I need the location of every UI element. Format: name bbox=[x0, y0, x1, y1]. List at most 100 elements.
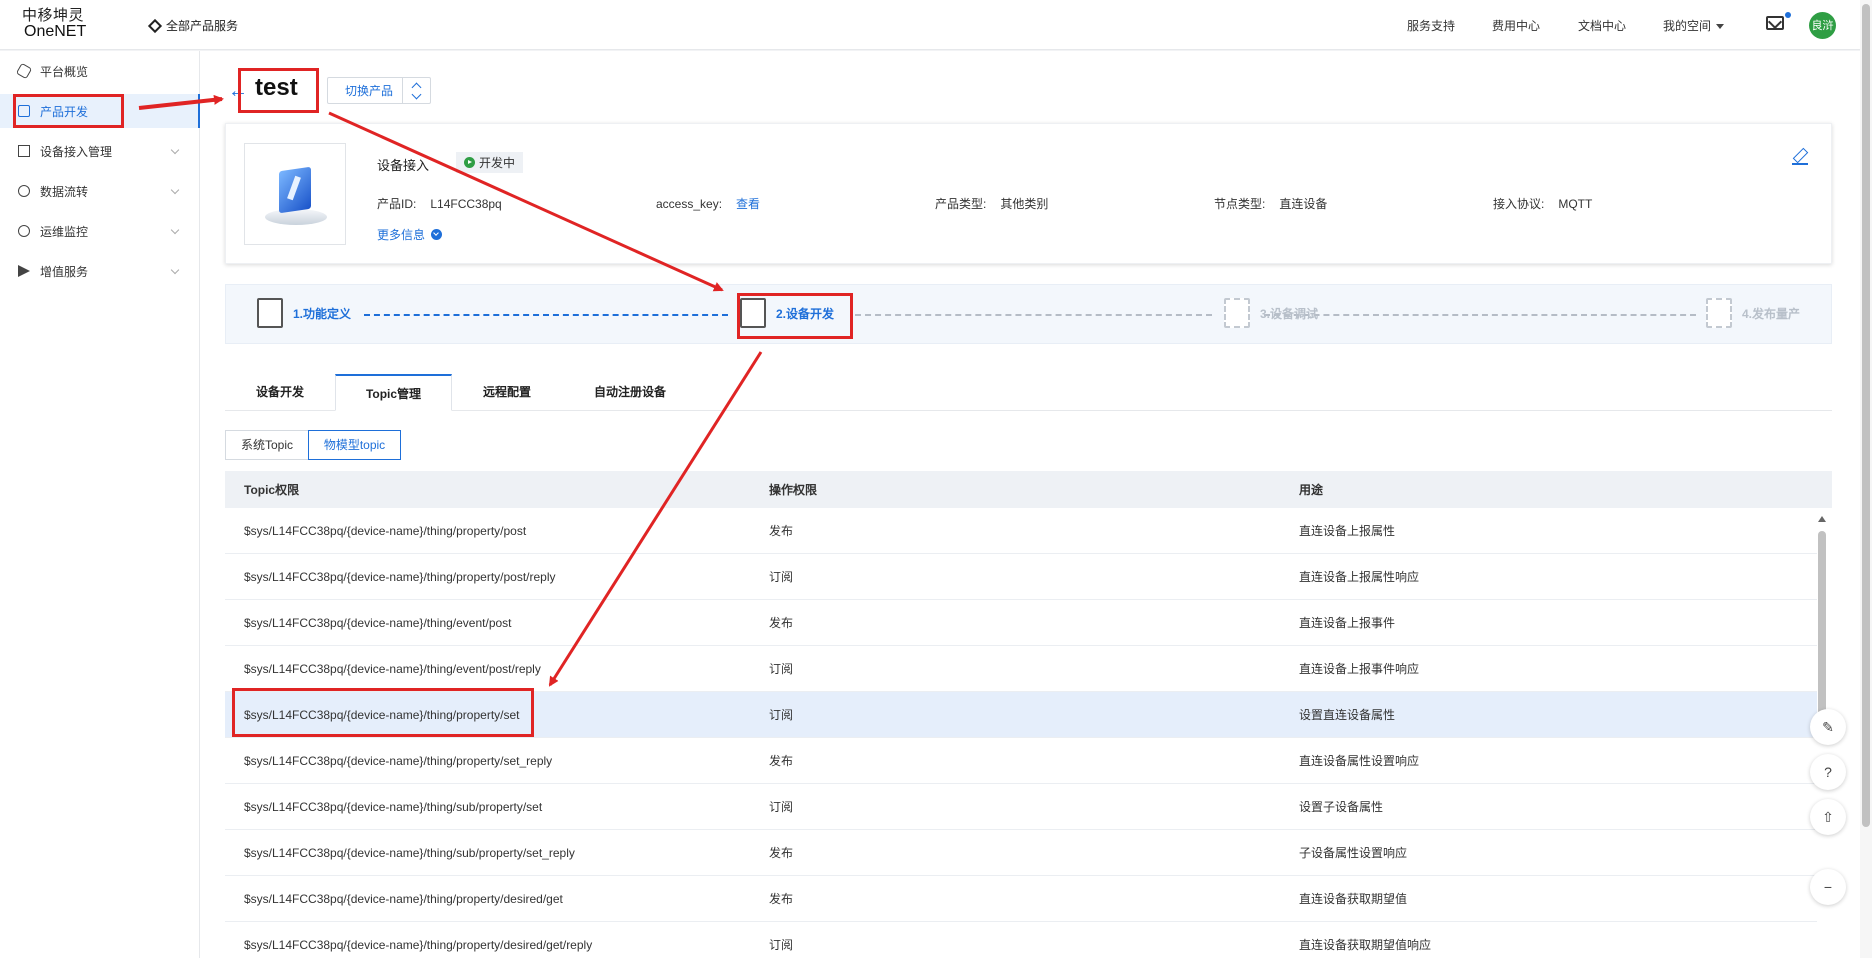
user-avatar[interactable]: 良浒 bbox=[1809, 12, 1836, 39]
topic-cell: $sys/L14FCC38pq/{device-name}/thing/prop… bbox=[244, 891, 563, 906]
usage-cell: 直连设备获取期望值 bbox=[1299, 892, 1408, 906]
node-type-field: 节点类型: 直连设备 bbox=[1214, 195, 1327, 212]
document-edit-icon bbox=[257, 298, 283, 328]
subtab-system-topic[interactable]: 系统Topic bbox=[225, 430, 309, 460]
usage-cell: 直连设备获取期望值响应 bbox=[1299, 938, 1432, 952]
access-key-field: access_key: 查看 bbox=[656, 195, 760, 212]
scrollbar-thumb[interactable] bbox=[1862, 4, 1870, 827]
topic-cell: $sys/L14FCC38pq/{device-name}/thing/even… bbox=[244, 661, 541, 676]
sidebar: 平台概览 产品开发 设备接入管理 数据流转 运维监控 增值服务 bbox=[0, 51, 200, 958]
minimize-icon[interactable]: − bbox=[1810, 869, 1846, 905]
more-info-label: 更多信息 bbox=[377, 228, 426, 242]
topic-cell: $sys/L14FCC38pq/{device-name}/thing/sub/… bbox=[244, 845, 575, 860]
more-info-link[interactable]: 更多信息 bbox=[377, 226, 443, 243]
chevron-down-icon bbox=[170, 145, 180, 155]
table-row[interactable]: $sys/L14FCC38pq/{device-name}/thing/sub/… bbox=[225, 784, 1817, 830]
play-icon bbox=[464, 157, 475, 168]
table-row[interactable]: $sys/L14FCC38pq/{device-name}/thing/even… bbox=[225, 646, 1817, 692]
my-space-label: 我的空间 bbox=[1663, 19, 1712, 33]
permission-cell: 发布 bbox=[769, 754, 794, 768]
sidebar-item-device-access[interactable]: 设备接入管理 bbox=[0, 134, 200, 168]
step-mass-production[interactable]: 4.发布量产 bbox=[1706, 298, 1800, 328]
topic-cell: $sys/L14FCC38pq/{device-name}/thing/sub/… bbox=[244, 799, 543, 814]
tab-device-development[interactable]: 设备开发 bbox=[225, 374, 335, 411]
mail-icon[interactable] bbox=[1766, 16, 1784, 30]
notification-dot bbox=[1785, 12, 1791, 18]
all-products-menu[interactable]: 全部产品服务 bbox=[147, 17, 239, 34]
debug-icon bbox=[1224, 298, 1250, 328]
product-type-value: 其他类别 bbox=[1000, 197, 1049, 211]
sidebar-item-label: 平台概览 bbox=[40, 64, 89, 79]
step-function-definition[interactable]: 1.功能定义 bbox=[257, 298, 351, 328]
step-device-debug[interactable]: 3.设备调试 bbox=[1224, 298, 1318, 328]
switch-product-label: 切换产品 bbox=[345, 84, 394, 98]
tab-topic-management[interactable]: Topic管理 bbox=[335, 374, 452, 411]
cloud-upload-icon[interactable]: ⇧ bbox=[1810, 799, 1846, 835]
nav-billing-center[interactable]: 费用中心 bbox=[1492, 17, 1540, 34]
product-id-value: L14FCC38pq bbox=[430, 197, 502, 211]
diamond-icon bbox=[147, 18, 163, 33]
sidebar-item-ops-monitor[interactable]: 运维监控 bbox=[0, 214, 200, 248]
usage-cell: 直连设备属性设置响应 bbox=[1299, 754, 1420, 768]
column-header-usage: 用途 bbox=[1299, 483, 1324, 497]
edit-icon[interactable] bbox=[1792, 148, 1808, 165]
annotation-box-product-dev bbox=[13, 94, 124, 128]
table-row[interactable]: $sys/L14FCC38pq/{device-name}/thing/prop… bbox=[225, 876, 1817, 922]
column-header-permission: 操作权限 bbox=[769, 483, 818, 497]
step-connector-done bbox=[364, 314, 728, 316]
status-label: 开发中 bbox=[479, 156, 516, 170]
product-id-field: 产品ID: L14FCC38pq bbox=[377, 195, 502, 212]
onenet-logo[interactable]: 中移坤灵 OneNET bbox=[22, 6, 92, 41]
scrollbar-thumb[interactable] bbox=[1818, 531, 1826, 721]
node-type-value: 直连设备 bbox=[1279, 197, 1328, 211]
view-access-key-link[interactable]: 查看 bbox=[736, 197, 760, 211]
switch-product-button[interactable]: 切换产品 bbox=[327, 77, 431, 104]
page-scrollbar[interactable] bbox=[1860, 0, 1872, 958]
product-image bbox=[244, 143, 346, 245]
flow-icon bbox=[18, 185, 30, 197]
product-name: 设备接入 bbox=[377, 158, 430, 173]
node-type-label: 节点类型: bbox=[1214, 197, 1266, 211]
logo-chinese: 中移坤灵 bbox=[22, 6, 85, 24]
help-icon[interactable]: ? bbox=[1810, 754, 1846, 790]
nav-service-support[interactable]: 服务支持 bbox=[1407, 17, 1455, 34]
chevron-down-icon bbox=[170, 225, 180, 235]
usage-cell: 直连设备上报属性 bbox=[1299, 524, 1396, 538]
tab-auto-register[interactable]: 自动注册设备 bbox=[565, 374, 695, 411]
subtab-thing-model-topic[interactable]: 物模型topic bbox=[308, 430, 401, 460]
table-row[interactable]: $sys/L14FCC38pq/{device-name}/thing/prop… bbox=[225, 554, 1817, 600]
table-row[interactable]: $sys/L14FCC38pq/{device-name}/thing/prop… bbox=[225, 922, 1817, 958]
step-connector bbox=[1264, 314, 1696, 316]
permission-cell: 订阅 bbox=[769, 570, 794, 584]
caret-down-icon bbox=[1716, 24, 1725, 30]
topic-cell: $sys/L14FCC38pq/{device-name}/thing/prop… bbox=[244, 523, 527, 538]
annotation-box-title bbox=[238, 68, 319, 113]
nav-docs-center[interactable]: 文档中心 bbox=[1578, 17, 1626, 34]
annotation-box-topic-row bbox=[232, 688, 534, 737]
feedback-edit-icon[interactable]: ✎ bbox=[1810, 709, 1846, 745]
permission-cell: 发布 bbox=[769, 892, 794, 906]
step-label: 4.发布量产 bbox=[1742, 306, 1801, 321]
table-row[interactable]: $sys/L14FCC38pq/{device-name}/thing/even… bbox=[225, 600, 1817, 646]
usage-cell: 直连设备上报属性响应 bbox=[1299, 570, 1420, 584]
table-header: Topic权限 操作权限 用途 bbox=[225, 471, 1832, 508]
logo-english: OneNET bbox=[24, 22, 87, 40]
permission-cell: 订阅 bbox=[769, 708, 794, 722]
permission-cell: 发布 bbox=[769, 524, 794, 538]
table-row[interactable]: $sys/L14FCC38pq/{device-name}/thing/prop… bbox=[225, 738, 1817, 784]
sidebar-item-overview[interactable]: 平台概览 bbox=[0, 54, 200, 88]
scroll-up-arrow-icon[interactable] bbox=[1818, 516, 1826, 522]
sidebar-item-data-flow[interactable]: 数据流转 bbox=[0, 174, 200, 208]
tab-remote-config[interactable]: 远程配置 bbox=[452, 374, 562, 411]
all-products-label: 全部产品服务 bbox=[166, 19, 239, 33]
table-row[interactable]: $sys/L14FCC38pq/{device-name}/thing/sub/… bbox=[225, 830, 1817, 876]
usage-cell: 直连设备上报事件响应 bbox=[1299, 662, 1420, 676]
permission-cell: 订阅 bbox=[769, 938, 794, 952]
permission-cell: 发布 bbox=[769, 846, 794, 860]
image-base bbox=[265, 209, 327, 225]
table-row[interactable]: $sys/L14FCC38pq/{device-name}/thing/prop… bbox=[225, 508, 1817, 554]
top-bar: 中移坤灵 OneNET 全部产品服务 服务支持 费用中心 文档中心 我的空间 良… bbox=[0, 0, 1872, 50]
sidebar-item-value-added[interactable]: 增值服务 bbox=[0, 254, 200, 288]
nav-my-space[interactable]: 我的空间 bbox=[1663, 17, 1725, 34]
usage-cell: 子设备属性设置响应 bbox=[1299, 846, 1408, 860]
